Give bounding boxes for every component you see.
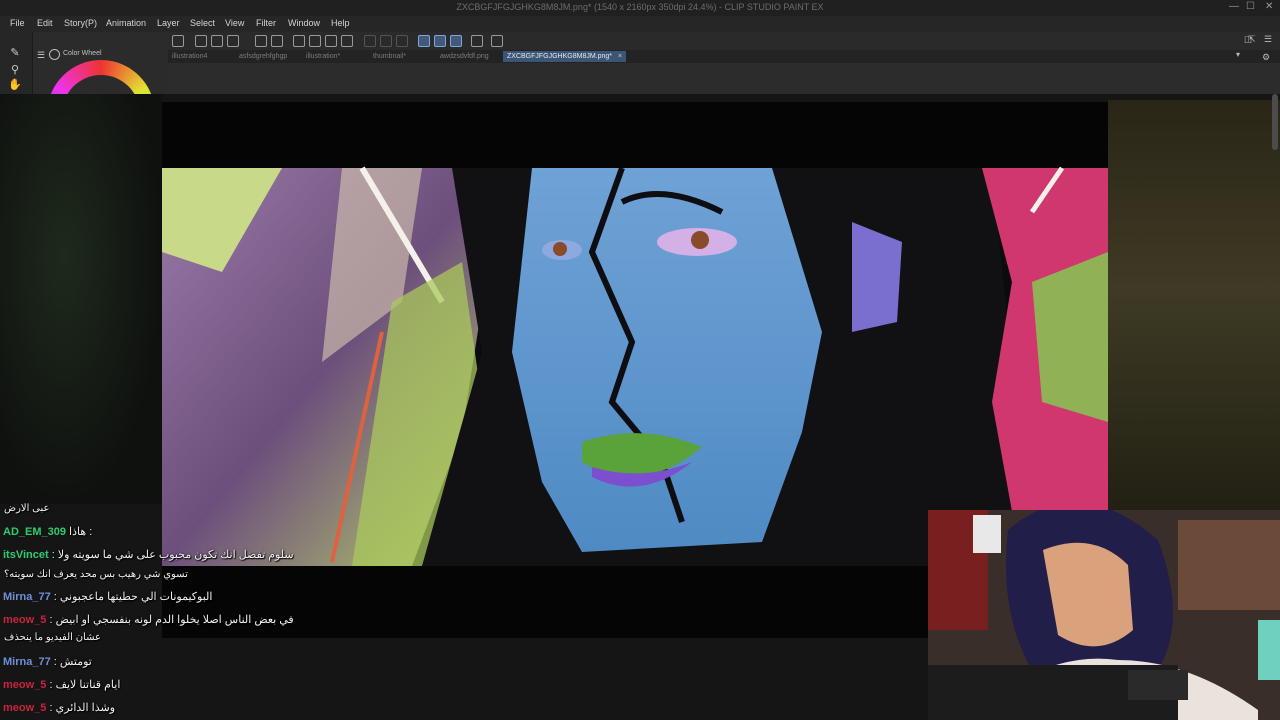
menu-story[interactable]: Story(P) [64,18,97,28]
invert-selection-icon[interactable] [396,35,408,47]
zoom-tool-icon[interactable]: ⚲ [8,63,22,77]
chat-username: Mirna_77 [3,591,51,603]
stroke-pressure-icon[interactable] [418,35,430,47]
ruler-snap-icon[interactable] [450,35,462,47]
menu-select[interactable]: Select [190,18,215,28]
chat-message: : تومتش [53,656,92,668]
chat-message-6: عشان الفيديو ما ينحذف [4,632,101,643]
maximize-button[interactable]: ☐ [1246,1,1255,12]
chat-message-0: عبى الارض [4,503,50,514]
menu-layer[interactable]: Layer [157,18,180,28]
tab-close-icon[interactable]: × [618,53,622,60]
deselect-icon[interactable] [380,35,392,47]
tab-asfsdgrehfghgp[interactable]: asfsdgrehfghgp [239,51,287,62]
chat-username: itsVincet [3,549,49,561]
chat-message: هاذا : [69,526,93,538]
close-window-button[interactable]: ✕ [1265,1,1273,12]
tab-active-label: ZXCBGFJFGJGHKG8M8JM.png* [507,53,613,60]
tab-active-document[interactable]: ZXCBGFJFGJGHKG8M8JM.png* × [503,51,627,62]
menu-view[interactable]: View [225,18,244,28]
menu-bar: File Edit Story(P) Animation Layer Selec… [0,16,1280,32]
clip-studio-icon[interactable] [172,35,184,47]
transform-icon[interactable] [341,35,353,47]
tool-strip: ✎ ⚲ ✋ [0,32,33,94]
panel-menu-right-icon[interactable]: ☰ [1264,34,1272,45]
pen-tool-icon[interactable]: ✎ [8,46,22,60]
background-room-left [0,94,162,504]
chat-username: AD_EM_309 [3,526,66,538]
fill-icon[interactable] [325,35,337,47]
settings-icon[interactable] [491,35,503,47]
menu-window[interactable]: Window [288,18,320,28]
menu-filter[interactable]: Filter [256,18,276,28]
chat-line-4: Mirna_77 : البوكيمونات الي حطيتها ماعجبو… [3,590,212,604]
menu-help[interactable]: Help [331,18,350,28]
chat-message: : البوكيمونات الي حطيتها ماعجبوني [53,591,213,603]
chat-username: meow_5 [3,679,47,691]
clear-icon[interactable] [309,35,321,47]
tabs-dropdown-icon[interactable]: ▾ [1236,50,1240,59]
tab-illustration4[interactable]: illustration4 [172,51,207,62]
chat-username: meow_5 [3,702,47,714]
chat-message: : وشذا الدائري [49,702,116,714]
save-icon[interactable] [227,35,239,47]
tab-illustration[interactable]: illustration* [306,51,340,62]
undo-icon[interactable] [255,35,267,47]
layer-settings-icon[interactable] [471,35,483,47]
chat-line-8: meow_5 : ايام قناتنا لايف [3,678,120,692]
minimize-button[interactable]: — [1229,1,1239,12]
chat-username: meow_5 [3,614,47,626]
command-bar: ⇱ ☰ [168,32,1280,50]
document-tabs: illustration4 asfsdgrehfghgp illustratio… [168,50,1280,63]
hide-selection-icon[interactable] [364,35,376,47]
chat-username: Mirna_77 [3,656,51,668]
streamer-webcam-avatar [928,510,1280,720]
redo-icon[interactable] [271,35,283,47]
menu-animation[interactable]: Animation [106,18,146,28]
stabilizer-icon[interactable] [434,35,446,47]
left-panel: ✎ ⚲ ✋ ☰ Color Wheel [0,32,168,94]
right-panel-icon-a[interactable]: ☐ [1244,35,1252,46]
avatar-illustration [928,510,1280,720]
color-wheel-tab[interactable]: Color Wheel [63,50,102,57]
chat-line-2: itsVincet : سلوم تفضل انك تكون محبوب على… [3,548,294,562]
chat-line-1: AD_EM_309 هاذا : [3,525,92,539]
loading-icon[interactable] [293,35,305,47]
right-panel-icon-b[interactable]: ⚙ [1262,52,1270,63]
new-file-icon[interactable] [195,35,207,47]
chat-message: : في بعض الناس اصلا يخلوا الدم لونه بنفس… [49,614,294,626]
chat-line-9: meow_5 : وشذا الدائري [3,701,115,715]
chat-line-5: meow_5 : في بعض الناس اصلا يخلوا الدم لو… [3,613,294,627]
chat-message: : سلوم تفضل انك تكون محبوب على شي ما سوي… [51,549,294,561]
open-file-icon[interactable] [211,35,223,47]
tab-awdzsdvfdf[interactable]: awdzsdvfdf.png [440,51,489,62]
chat-message: : ايام قناتنا لايف [49,679,121,691]
window-title: ZXCBGFJFGJGHKG8M8JM.png* (1540 x 2160px … [456,2,824,12]
hand-tool-icon[interactable]: ✋ [8,78,22,92]
tab-thumbnail[interactable]: thumbnail* [373,51,406,62]
window-titlebar: ZXCBGFJFGJGHKG8M8JM.png* (1540 x 2160px … [0,0,1280,16]
chat-line-7: Mirna_77 : تومتش [3,655,92,669]
background-room-right [1108,100,1280,520]
chat-message-3: تسوي شي رهيب بس محد يعرف انك سويته؟ [4,569,188,580]
color-wheel[interactable] [32,58,168,94]
vertical-scrollbar[interactable] [1272,94,1278,150]
menu-file[interactable]: File [10,18,25,28]
sub-toolbar [168,63,1280,94]
menu-edit[interactable]: Edit [37,18,53,28]
